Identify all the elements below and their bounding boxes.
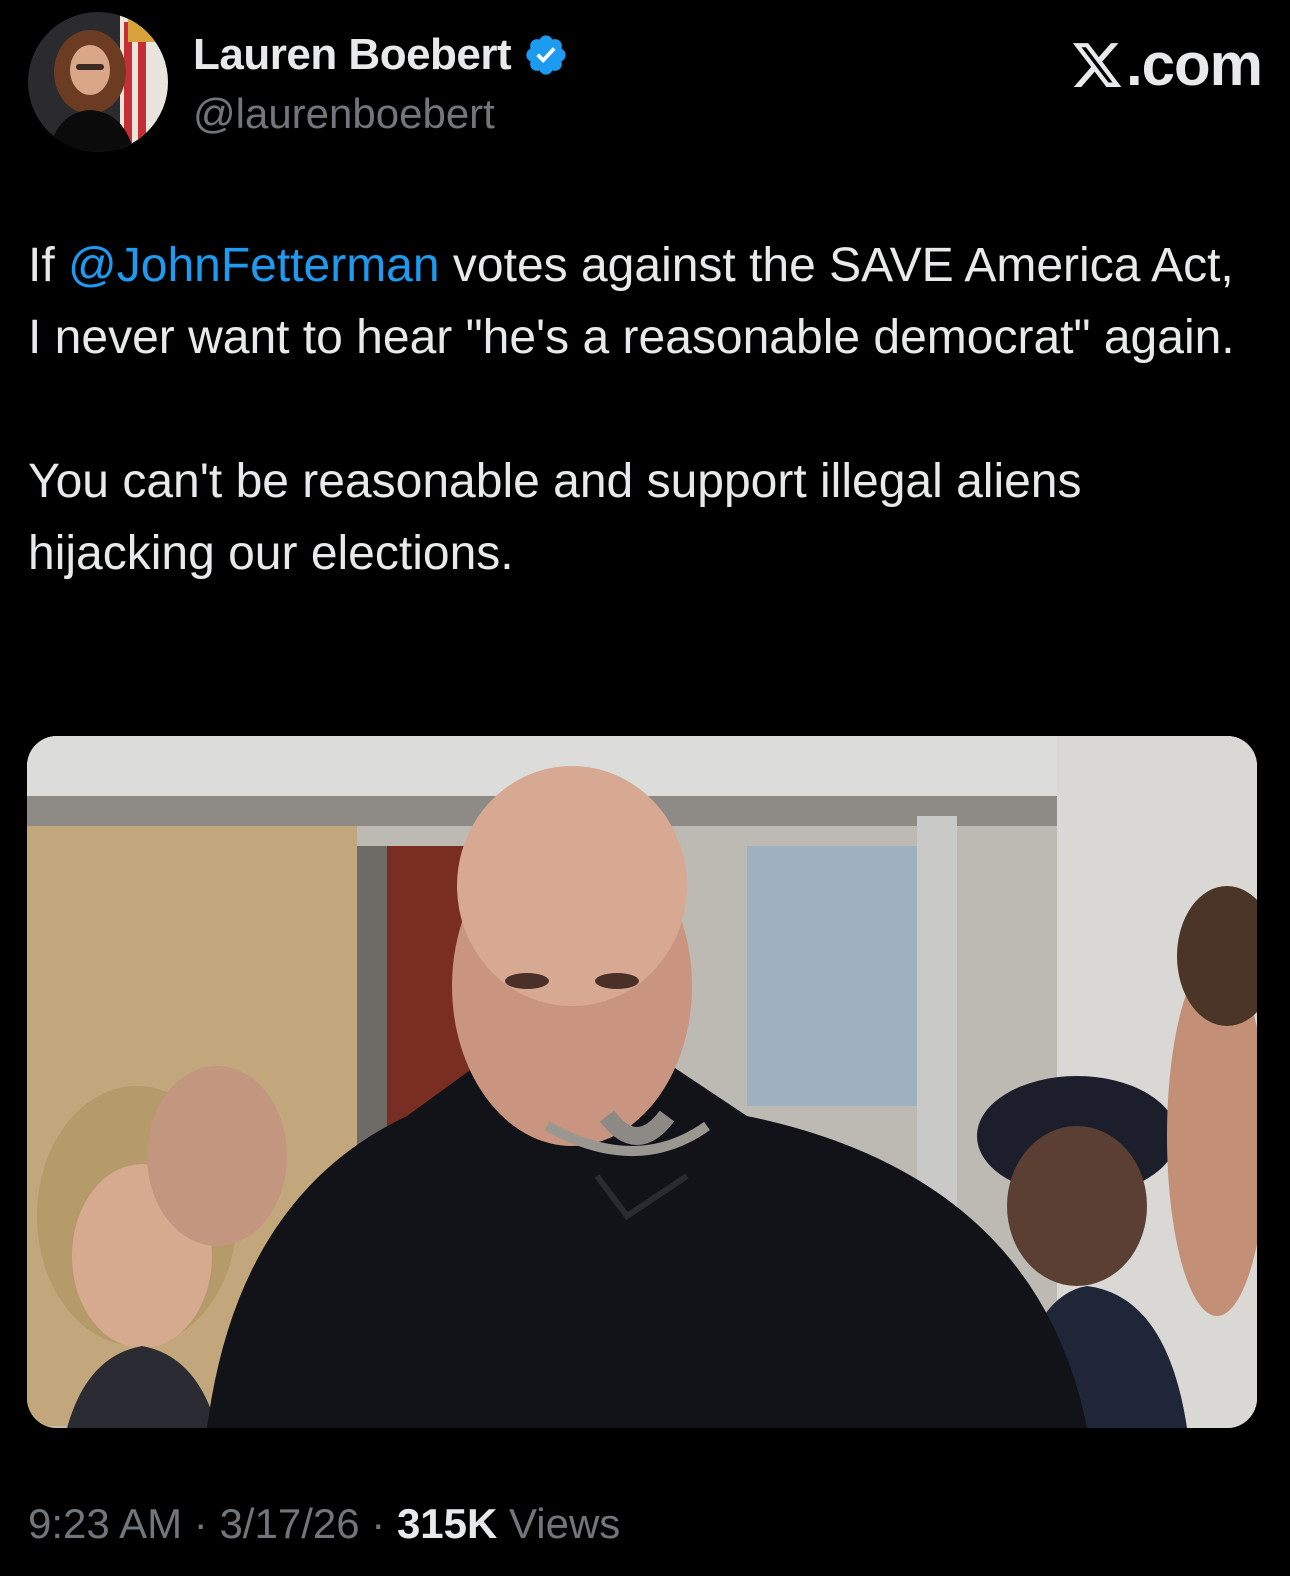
author-display-name[interactable]: Lauren Boebert: [193, 30, 512, 80]
brand-mark: .com: [1070, 30, 1263, 99]
photo-image: [27, 736, 1257, 1428]
tweet-header: Lauren Boebert @laurenboebert .com: [28, 12, 1263, 156]
verified-badge-icon: [523, 32, 569, 78]
avatar[interactable]: [28, 12, 168, 152]
author-handle[interactable]: @laurenboebert: [193, 90, 495, 138]
tweet-media-photo[interactable]: [27, 736, 1257, 1428]
views-label: Views: [509, 1500, 621, 1547]
avatar-image: [28, 12, 168, 152]
views-count[interactable]: 315K: [397, 1500, 497, 1547]
tweet-meta: 9:23 AM · 3/17/26 · 315K Views: [28, 1500, 620, 1548]
tweet-text-prefix: If: [28, 239, 69, 292]
tweet-body: If @JohnFetterman votes against the SAVE…: [28, 230, 1258, 590]
mention-link[interactable]: @JohnFetterman: [68, 239, 440, 292]
author-name-row: Lauren Boebert: [193, 30, 569, 80]
tweet-date[interactable]: 3/17/26: [219, 1500, 359, 1547]
tweet-paragraph-1: If @JohnFetterman votes against the SAVE…: [28, 230, 1258, 374]
meta-separator: ·: [193, 1500, 208, 1547]
x-logo-icon: [1072, 42, 1122, 87]
tweet-paragraph-2: You can't be reasonable and support ille…: [28, 455, 1082, 580]
brand-domain-label: .com: [1125, 31, 1263, 98]
meta-separator: ·: [371, 1500, 386, 1547]
tweet-time[interactable]: 9:23 AM: [28, 1500, 182, 1547]
